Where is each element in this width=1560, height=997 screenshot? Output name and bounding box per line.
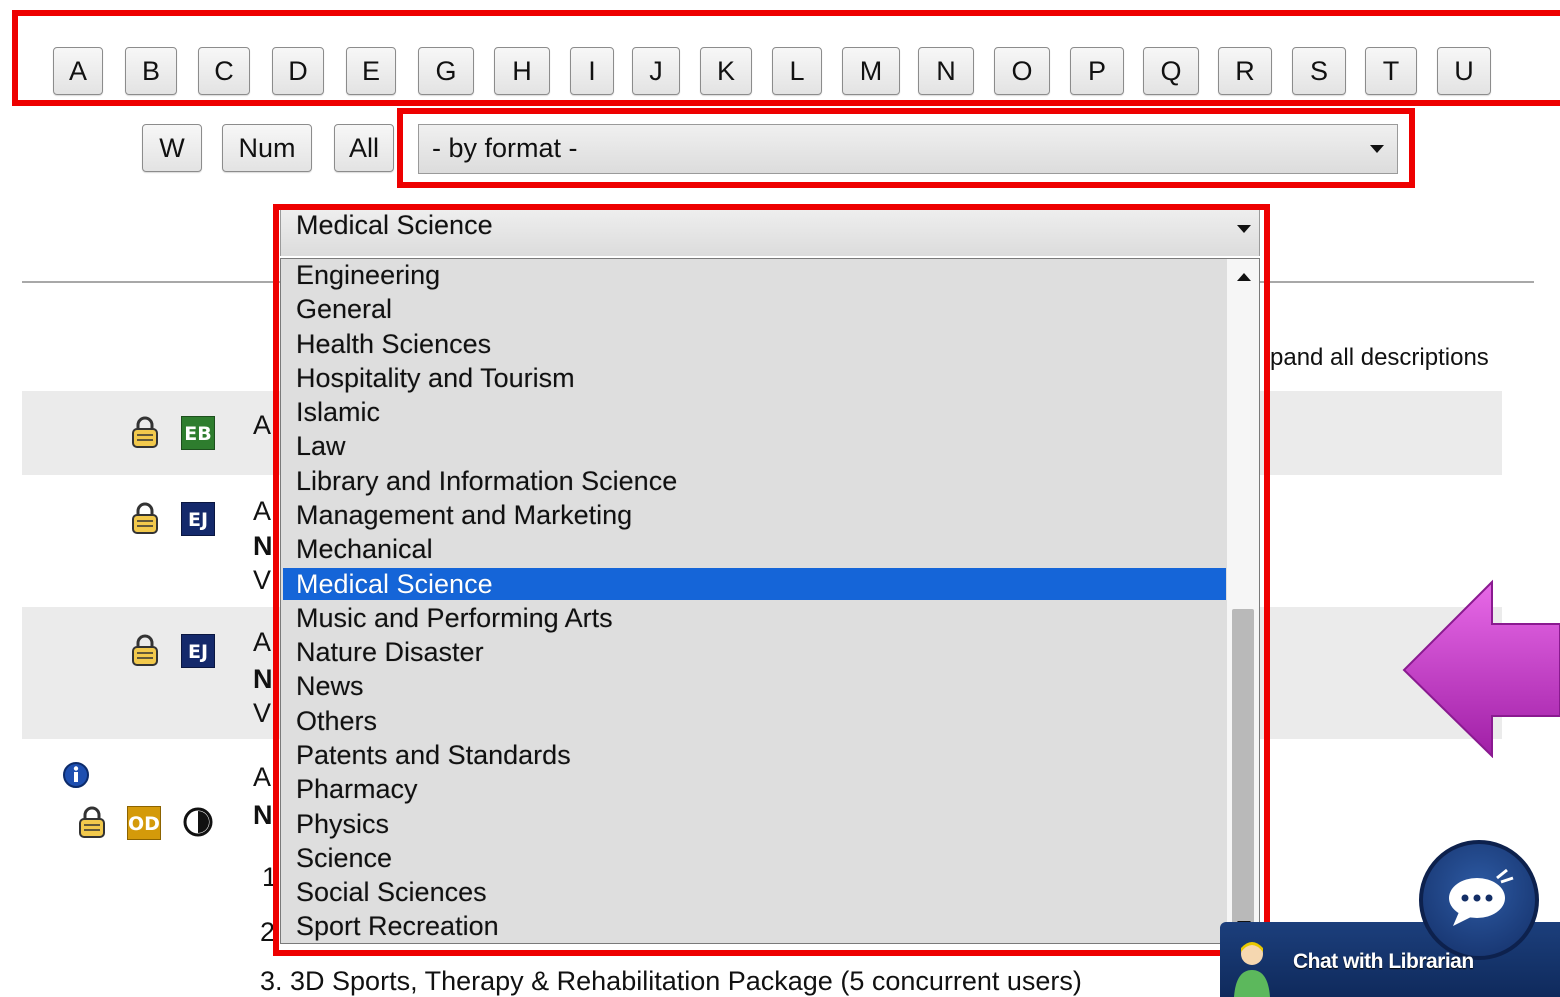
alpha-button-a[interactable]: A <box>53 47 103 95</box>
alpha-button-w[interactable]: W <box>142 124 202 172</box>
info-icon[interactable] <box>62 761 90 789</box>
alpha-button-p[interactable]: P <box>1070 47 1124 95</box>
option-general[interactable]: General <box>283 293 1226 325</box>
alpha-button-all[interactable]: All <box>334 124 394 172</box>
option-patents-standards[interactable]: Patents and Standards <box>283 739 1226 771</box>
subject-dropdown-list: Engineering General Health Sciences Hosp… <box>280 258 1260 944</box>
alpha-button-m[interactable]: M <box>842 47 900 95</box>
option-management-marketing[interactable]: Management and Marketing <box>283 499 1226 531</box>
open-access-icon <box>183 807 213 837</box>
librarian-avatar-icon <box>1234 942 1270 997</box>
result-title-3[interactable]: A <box>253 627 271 658</box>
result-title-2[interactable]: A <box>253 496 271 527</box>
alpha-button-l[interactable]: L <box>772 47 822 95</box>
chat-bubble[interactable] <box>1419 840 1539 960</box>
option-health-sciences[interactable]: Health Sciences <box>283 328 1226 360</box>
result-title-4[interactable]: A <box>253 762 271 793</box>
alpha-button-i[interactable]: I <box>570 47 614 95</box>
alpha-button-j[interactable]: J <box>632 47 680 95</box>
option-mechanical[interactable]: Mechanical <box>283 533 1226 565</box>
option-others[interactable]: Others <box>283 705 1226 737</box>
alpha-button-num[interactable]: Num <box>222 124 312 172</box>
ejournal-badge: EJ <box>181 502 215 536</box>
scroll-up-icon[interactable] <box>1237 273 1251 281</box>
option-law[interactable]: Law <box>283 430 1226 462</box>
result-meta-2: N <box>253 531 273 561</box>
subject-select-value: Medical Science <box>296 210 493 240</box>
left-arrow-icon <box>1402 579 1560 758</box>
lock-icon <box>132 416 158 448</box>
alpha-button-q[interactable]: Q <box>1143 47 1199 95</box>
option-news[interactable]: News <box>283 670 1226 702</box>
ebook-badge: EB <box>181 416 215 450</box>
alpha-button-o[interactable]: O <box>994 47 1050 95</box>
option-nature-disaster[interactable]: Nature Disaster <box>283 636 1226 668</box>
option-music-performing-arts[interactable]: Music and Performing Arts <box>283 602 1226 634</box>
expand-all-link[interactable]: pand all descriptions <box>1270 344 1489 372</box>
subject-select[interactable]: Medical Science <box>280 204 1260 256</box>
option-physics[interactable]: Physics <box>283 808 1226 840</box>
chat-label[interactable]: Chat with Librarian <box>1293 950 1474 974</box>
result-title-1[interactable]: A <box>253 410 271 441</box>
option-medical-science[interactable]: Medical Science <box>283 568 1226 600</box>
option-science[interactable]: Science <box>283 842 1226 874</box>
alpha-button-k[interactable]: K <box>700 47 752 95</box>
format-select[interactable]: - by format - <box>418 124 1398 174</box>
alpha-button-n[interactable]: N <box>918 47 974 95</box>
chevron-down-icon <box>1370 145 1384 153</box>
dropdown-scrollbar-thumb[interactable] <box>1232 609 1254 925</box>
lock-icon <box>79 806 105 838</box>
list-item-2: 2 <box>260 917 276 947</box>
chat-icon <box>1449 868 1514 926</box>
option-pharmacy[interactable]: Pharmacy <box>283 773 1226 805</box>
result-desc-3: V <box>253 698 272 728</box>
option-library-information-science[interactable]: Library and Information Science <box>283 465 1226 497</box>
lock-icon <box>132 502 158 534</box>
list-item-3[interactable]: 3. 3D Sports, Therapy & Rehabilitation P… <box>260 966 1082 997</box>
od-badge: OD <box>127 806 161 840</box>
option-hospitality-tourism[interactable]: Hospitality and Tourism <box>283 362 1226 394</box>
list-item-1: 1 <box>262 862 278 892</box>
result-meta-3: N <box>253 664 273 694</box>
alpha-button-b[interactable]: B <box>125 47 177 95</box>
option-sport-recreation[interactable]: Sport Recreation <box>283 910 1226 942</box>
result-desc-2: V <box>253 565 272 595</box>
alpha-button-r[interactable]: R <box>1218 47 1272 95</box>
alpha-button-u[interactable]: U <box>1437 47 1491 95</box>
alpha-button-s[interactable]: S <box>1292 47 1346 95</box>
chevron-down-icon <box>1237 225 1251 233</box>
result-meta-4: N <box>253 800 273 830</box>
alpha-button-h[interactable]: H <box>494 47 550 95</box>
option-social-sciences[interactable]: Social Sciences <box>283 876 1226 908</box>
alpha-button-g[interactable]: G <box>418 47 474 95</box>
alpha-button-d[interactable]: D <box>272 47 324 95</box>
alpha-button-t[interactable]: T <box>1365 47 1417 95</box>
ejournal-badge: EJ <box>181 634 215 668</box>
format-select-value: - by format - <box>432 133 578 163</box>
option-islamic[interactable]: Islamic <box>283 396 1226 428</box>
alpha-button-e[interactable]: E <box>346 47 396 95</box>
lock-icon <box>132 634 158 666</box>
option-engineering[interactable]: Engineering <box>283 259 1226 291</box>
alpha-button-c[interactable]: C <box>198 47 250 95</box>
